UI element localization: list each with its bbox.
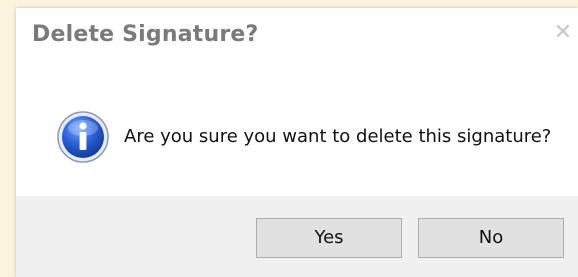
information-icon [57,111,109,163]
dialog-message: Are you sure you want to delete this sig… [124,126,552,147]
yes-button[interactable]: Yes [256,218,402,258]
dialog-title: Delete Signature? [32,22,259,47]
dialog-footer: Yes No [16,196,578,277]
no-button[interactable]: No [418,218,564,258]
delete-signature-dialog: Delete Signature? ✕ Are you sure you wan… [16,8,578,277]
desktop-background: Delete Signature? ✕ Are you sure you wan… [0,0,578,277]
dialog-body: Are you sure you want to delete this sig… [16,64,578,204]
close-icon[interactable]: ✕ [552,22,574,44]
